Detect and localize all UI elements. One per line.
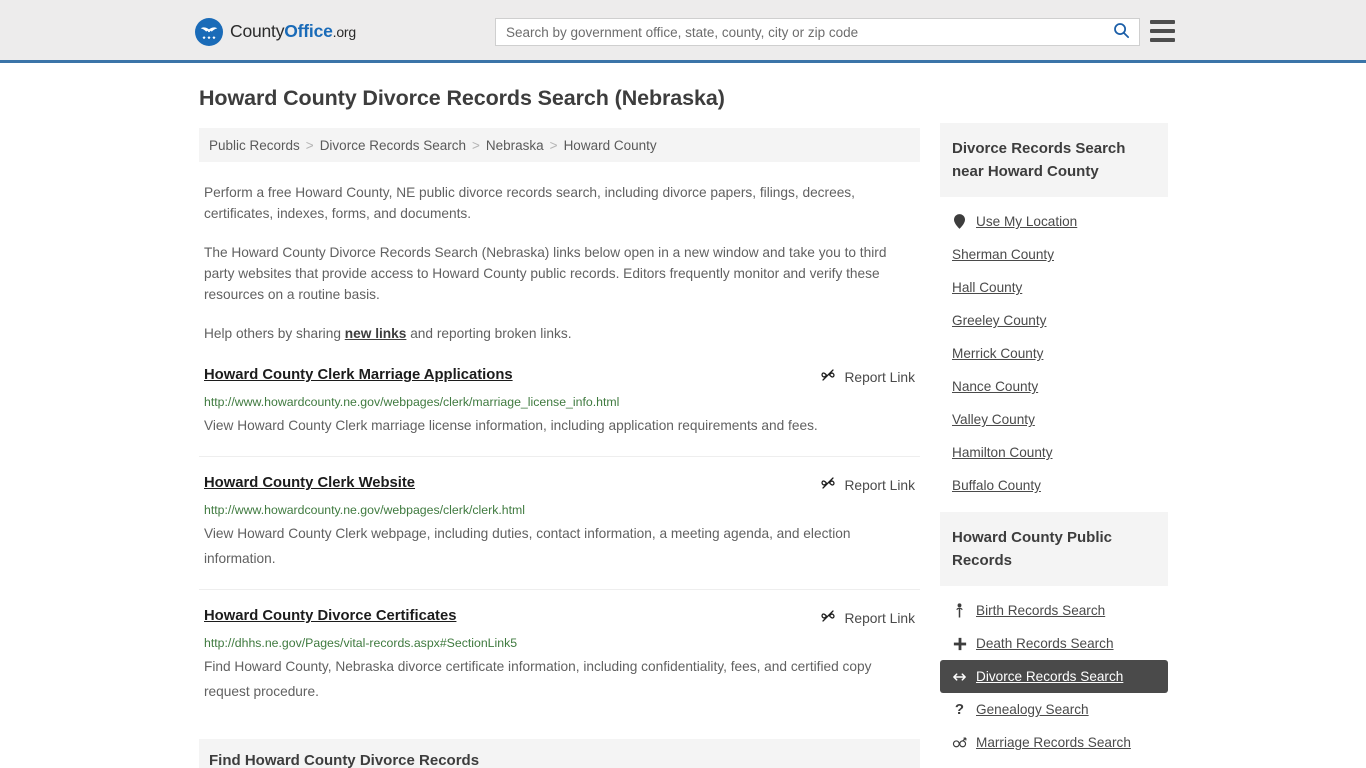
baby-icon <box>952 603 967 618</box>
search-icon <box>1112 21 1131 43</box>
result-title-link[interactable]: Howard County Divorce Certificates <box>204 607 456 626</box>
sidebar-item-use-my-location[interactable]: Use My Location <box>940 205 1168 238</box>
logo-text: CountyOffice.org <box>230 23 356 41</box>
intro-paragraph-2: The Howard County Divorce Records Search… <box>204 245 887 302</box>
result-description: View Howard County Clerk marriage licens… <box>204 418 818 433</box>
left-right-arrow-icon <box>952 671 967 683</box>
breadcrumb-item-howard-county[interactable]: Howard County <box>564 138 657 153</box>
breadcrumb-item-nebraska[interactable]: Nebraska <box>486 138 544 153</box>
sidebar-item-label: Divorce Records Search <box>976 669 1124 684</box>
results-list: Howard County Clerk Marriage Application… <box>199 366 920 722</box>
sidebar-item-nance-county[interactable]: Nance County <box>940 370 1168 403</box>
question-mark-icon: ? <box>954 701 965 718</box>
result-item: Howard County Clerk Marriage Application… <box>199 366 920 457</box>
intro-paragraph-3: Help others by sharing new links and rep… <box>204 323 915 344</box>
search-input[interactable] <box>496 19 1103 45</box>
site-header: CountyOffice.org <box>0 0 1366 63</box>
result-header: Howard County Divorce Certificates Repor… <box>204 607 915 629</box>
report-link-button[interactable]: Report Link <box>820 474 915 496</box>
breadcrumb: Public Records > Divorce Records Search … <box>199 128 920 162</box>
main-content: Public Records > Divorce Records Search … <box>199 128 920 768</box>
broken-link-icon <box>820 608 836 629</box>
sidebar-item-sherman-county[interactable]: Sherman County <box>940 238 1168 271</box>
new-links-link[interactable]: new links <box>345 326 407 341</box>
intro-section: Perform a free Howard County, NE public … <box>199 182 920 344</box>
page-title: Howard County Divorce Records Search (Ne… <box>199 86 725 110</box>
sidebar-item-label: Hamilton County <box>952 445 1053 460</box>
sidebar-public-records-box: Howard County Public Records Birth Recor… <box>940 512 1168 759</box>
result-description: Find Howard County, Nebraska divorce cer… <box>204 659 872 699</box>
hamburger-bar <box>1150 20 1175 24</box>
sidebar-nearby-box: Divorce Records Search near Howard Count… <box>940 123 1168 502</box>
logo-text-org: .org <box>332 24 357 41</box>
breadcrumb-separator: > <box>549 137 558 153</box>
result-url[interactable]: http://www.howardcounty.ne.gov/webpages/… <box>204 394 915 410</box>
report-link-button[interactable]: Report Link <box>820 366 915 388</box>
sidebar-item-divorce-records-search[interactable]: Divorce Records Search <box>940 660 1168 693</box>
hamburger-bar <box>1150 29 1175 33</box>
sidebar-item-label: Birth Records Search <box>976 603 1106 618</box>
sidebar-nearby-heading: Divorce Records Search near Howard Count… <box>940 123 1168 197</box>
sidebar-item-label: Merrick County <box>952 346 1044 361</box>
sidebar-item-label: Marriage Records Search <box>976 735 1131 750</box>
result-title-link[interactable]: Howard County Clerk Marriage Application… <box>204 366 513 385</box>
sidebar-item-valley-county[interactable]: Valley County <box>940 403 1168 436</box>
result-item: Howard County Divorce Certificates Repor… <box>199 607 920 722</box>
search-button[interactable] <box>1103 19 1139 45</box>
intro-text-after-link: and reporting broken links. <box>406 326 572 341</box>
report-link-label: Report Link <box>844 611 915 626</box>
result-description: View Howard County Clerk webpage, includ… <box>204 526 851 566</box>
sidebar-item-marriage-records-search[interactable]: Marriage Records Search <box>940 726 1168 759</box>
hamburger-bar <box>1150 38 1175 42</box>
intro-paragraph-1: Perform a free Howard County, NE public … <box>204 185 855 221</box>
sidebar-item-death-records-search[interactable]: Death Records Search <box>940 627 1168 660</box>
sidebar-public-records-list: Birth Records Search Death Records Searc… <box>940 586 1168 759</box>
sidebar-item-birth-records-search[interactable]: Birth Records Search <box>940 594 1168 627</box>
result-url[interactable]: http://dhhs.ne.gov/Pages/vital-records.a… <box>204 635 915 651</box>
sidebar-public-records-heading: Howard County Public Records <box>940 512 1168 586</box>
sidebar-item-label: Sherman County <box>952 247 1055 262</box>
report-link-label: Report Link <box>844 478 915 493</box>
sidebar-item-genealogy-search[interactable]: ? Genealogy Search <box>940 693 1168 726</box>
hamburger-menu-icon[interactable] <box>1150 20 1175 42</box>
sidebar-item-label: Genealogy Search <box>976 702 1089 717</box>
breadcrumb-item-divorce-records-search[interactable]: Divorce Records Search <box>320 138 466 153</box>
sidebar-item-label: Buffalo County <box>952 478 1041 493</box>
sidebar-item-hall-county[interactable]: Hall County <box>940 271 1168 304</box>
breadcrumb-separator: > <box>305 137 314 153</box>
logo-text-office: Office <box>284 21 333 42</box>
sidebar-item-label: Nance County <box>952 379 1039 394</box>
breadcrumb-item-public-records[interactable]: Public Records <box>209 138 300 153</box>
logo-text-county: County <box>230 21 285 42</box>
sidebar-item-label: Greeley County <box>952 313 1047 328</box>
broken-link-icon <box>820 367 836 388</box>
sidebar-item-label: Death Records Search <box>976 636 1114 651</box>
broken-link-icon <box>820 475 836 496</box>
result-title-link[interactable]: Howard County Clerk Website <box>204 474 415 493</box>
site-logo[interactable]: CountyOffice.org <box>195 18 356 46</box>
intro-text-before-link: Help others by sharing <box>204 326 345 341</box>
sidebar-item-label: Hall County <box>952 280 1023 295</box>
result-item: Howard County Clerk Website Report Link … <box>199 474 920 590</box>
find-records-heading: Find Howard County Divorce Records <box>199 739 920 768</box>
sidebar-item-label: Use My Location <box>976 214 1078 229</box>
sidebar-item-hamilton-county[interactable]: Hamilton County <box>940 436 1168 469</box>
result-header: Howard County Clerk Marriage Application… <box>204 366 915 388</box>
male-female-icon <box>952 736 967 750</box>
breadcrumb-separator: > <box>472 137 480 153</box>
result-header: Howard County Clerk Website Report Link <box>204 474 915 496</box>
sidebar-item-label: Valley County <box>952 412 1035 427</box>
sidebar-item-buffalo-county[interactable]: Buffalo County <box>940 469 1168 502</box>
sidebar-item-merrick-county[interactable]: Merrick County <box>940 337 1168 370</box>
eagle-shield-icon <box>195 18 223 46</box>
sidebar-item-greeley-county[interactable]: Greeley County <box>940 304 1168 337</box>
result-url[interactable]: http://www.howardcounty.ne.gov/webpages/… <box>204 502 915 518</box>
search-bar <box>495 18 1140 46</box>
report-link-label: Report Link <box>844 370 915 385</box>
report-link-button[interactable]: Report Link <box>820 607 915 629</box>
sidebar: Divorce Records Search near Howard Count… <box>940 123 1168 768</box>
map-pin-icon <box>952 214 967 229</box>
cross-icon <box>952 637 967 651</box>
sidebar-nearby-list: Use My Location Sherman County Hall Coun… <box>940 197 1168 502</box>
